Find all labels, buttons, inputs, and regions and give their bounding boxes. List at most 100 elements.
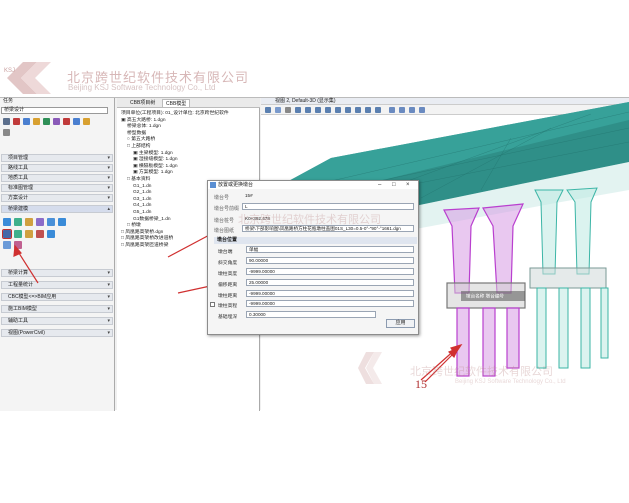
task-panel: 任务 桥梁设计 项目管理 ▾ 路线工具 ▾ 地质工具 ▾ 标准图管理 ▾ 方案设计 ▾ 桥… bbox=[0, 98, 115, 411]
column-elevation-checkbox[interactable] bbox=[210, 302, 215, 307]
section-bridge-calculation[interactable]: 桥梁计算 ▾ bbox=[1, 269, 113, 277]
place-diaphragm-icon[interactable] bbox=[36, 218, 44, 226]
tree-item[interactable]: ▣ 方案模型: 1.dgn bbox=[133, 170, 173, 176]
chevron-down-icon: ▾ bbox=[107, 185, 110, 191]
mirror-icon[interactable] bbox=[83, 118, 90, 125]
section-bridge-modeling[interactable]: 桥梁建模 ▴ bbox=[1, 205, 113, 213]
section-label: 路线工具 bbox=[8, 165, 29, 171]
section-label: 桥梁计算 bbox=[8, 270, 29, 276]
delete-icon[interactable] bbox=[13, 118, 20, 125]
place-foundation-icon[interactable] bbox=[47, 230, 55, 238]
section-label: 项目管理 bbox=[8, 155, 29, 161]
tree-item[interactable]: ○ 第五大路桥 bbox=[127, 137, 155, 143]
measure-icon[interactable] bbox=[73, 118, 80, 125]
chevron-down-icon: ▾ bbox=[107, 318, 110, 324]
chevron-down-icon: ▾ bbox=[107, 270, 110, 276]
tree-item[interactable]: ▣ 湿接缝模型: 1.dgn bbox=[133, 157, 178, 163]
section-auxiliary-tools[interactable]: 辅助工具 ▾ bbox=[1, 317, 113, 325]
section-cbc-bim[interactable]: CBC模型<=>BIM应用 ▾ bbox=[1, 293, 113, 301]
tree-item[interactable]: ▣ 主梁模型: 1.dgn bbox=[133, 151, 173, 157]
replace-pier-icon[interactable] bbox=[14, 241, 22, 249]
place-pier-dialog: 放置或更换墩台 – □ × 墩台号 15# 墩台号前缀 L 墩台桩号 K0+39… bbox=[207, 180, 419, 335]
tree-item[interactable]: □ 凤凰路高架桥改进道桥 bbox=[121, 236, 173, 242]
tree-item[interactable]: ▣ 横隔板模型: 1.dgn bbox=[133, 164, 178, 170]
pier-number-label: 墩台号 bbox=[214, 195, 230, 201]
section-scheme-design[interactable]: 方案设计 ▾ bbox=[1, 194, 113, 202]
section-geology-tools[interactable]: 地质工具 ▾ bbox=[1, 174, 113, 182]
task-toolbar bbox=[2, 116, 110, 144]
tree-item[interactable]: 桥型数据 bbox=[127, 131, 146, 137]
section-view-powercivil[interactable]: 视图(PowerCivil) ▾ bbox=[1, 329, 113, 337]
copy-icon[interactable] bbox=[23, 118, 30, 125]
column-distance-input[interactable]: -9999.00000 bbox=[246, 290, 414, 297]
tree-item[interactable]: G1_1.dn bbox=[133, 184, 151, 190]
watermark-cn: 北京跨世纪软件技术有限公司 bbox=[238, 213, 381, 226]
pier-station-label: 墩台桩号 bbox=[214, 218, 235, 224]
edit-pier-icon[interactable] bbox=[3, 241, 11, 249]
rotate-icon[interactable] bbox=[43, 118, 50, 125]
section-label: 工程量统计 bbox=[8, 282, 34, 288]
column-height-input[interactable]: -9999.00000 bbox=[246, 268, 414, 275]
chevron-down-icon: ▾ bbox=[107, 195, 110, 201]
tree-item[interactable]: □ 上部结构 bbox=[127, 144, 150, 150]
pier-prefix-input[interactable]: L bbox=[242, 203, 414, 210]
tab-project-tree[interactable]: CBB项目树 bbox=[127, 99, 158, 107]
apply-button[interactable]: 应用 bbox=[386, 319, 415, 328]
pier-label-tag: 墩台名称 墩台编号 bbox=[466, 293, 504, 300]
tab-model[interactable]: CBB模型 bbox=[162, 99, 191, 107]
foundation-depth-label: 基础埋深 bbox=[218, 315, 238, 320]
skew-angle-input[interactable]: 90.00000 bbox=[246, 257, 414, 264]
section-route-tools[interactable]: 路线工具 ▾ bbox=[1, 164, 113, 172]
tree-item[interactable]: □ 凤凰路高架匝道桥梁 bbox=[121, 243, 168, 249]
tree-item[interactable]: □ 凤凰路高架桥.dgn bbox=[121, 230, 163, 236]
tree-item[interactable]: 项目单位(工程项目): 01_设计单位: 北京跨世纪软件 bbox=[121, 111, 229, 117]
tree-item[interactable]: □ 基本资料 bbox=[127, 177, 150, 183]
section-quantity[interactable]: 工程量统计 ▾ bbox=[1, 281, 113, 289]
logo-letters: KSJ bbox=[4, 68, 15, 74]
tree-item[interactable]: G5_1.dn bbox=[133, 210, 151, 216]
pier-position-header[interactable]: 墩台位置 bbox=[214, 237, 417, 244]
tree-item[interactable]: 桥梁总体: 1.dgn bbox=[127, 124, 161, 130]
place-cap-icon[interactable] bbox=[36, 230, 44, 238]
place-bearing-icon[interactable] bbox=[25, 218, 33, 226]
tree-item[interactable]: G3_1.dn bbox=[133, 197, 151, 203]
cut-icon[interactable] bbox=[63, 118, 70, 125]
settings-icon[interactable] bbox=[3, 129, 10, 136]
scale-icon[interactable] bbox=[53, 118, 60, 125]
maximize-icon[interactable]: □ bbox=[392, 181, 396, 189]
place-pier-icon[interactable] bbox=[2, 229, 12, 239]
section-construction-bim[interactable]: 施工BIM模型 ▾ bbox=[1, 305, 113, 313]
tree-item[interactable]: G2_1.dn bbox=[133, 190, 151, 196]
dialog-titlebar: 放置或更换墩台 – □ × bbox=[208, 181, 418, 189]
tree-item[interactable]: G1数据桥梁_1.dn bbox=[133, 217, 171, 223]
section-project-management[interactable]: 项目管理 ▾ bbox=[1, 154, 113, 162]
select-icon[interactable] bbox=[3, 118, 10, 125]
section-label: 视图(PowerCivil) bbox=[8, 330, 45, 336]
pier-side-select[interactable]: 单幅 bbox=[246, 246, 414, 253]
chevron-down-icon: ▾ bbox=[107, 155, 110, 161]
place-pile-icon[interactable] bbox=[25, 230, 33, 238]
chevron-down-icon: ▾ bbox=[107, 330, 110, 336]
close-icon[interactable]: × bbox=[406, 181, 410, 189]
column-height-label: 墩柱高度 bbox=[218, 272, 238, 277]
column-elevation-input[interactable]: -9999.00000 bbox=[246, 300, 414, 307]
minimize-icon[interactable]: – bbox=[378, 181, 381, 189]
task-panel-title: 任务 bbox=[3, 98, 14, 104]
section-standard-drawings[interactable]: 标准图管理 ▾ bbox=[1, 184, 113, 192]
place-joint-icon[interactable] bbox=[58, 218, 66, 226]
chevron-down-icon: ▾ bbox=[107, 306, 110, 312]
chevron-down-icon: ▾ bbox=[107, 294, 110, 300]
task-selector[interactable]: 桥梁设计 bbox=[1, 107, 108, 114]
move-icon[interactable] bbox=[33, 118, 40, 125]
offset-distance-input[interactable]: 25.00000 bbox=[246, 279, 414, 286]
foundation-depth-input[interactable]: 0.30000 bbox=[246, 311, 376, 318]
place-girder-icon[interactable] bbox=[3, 218, 11, 226]
tree-item[interactable]: G4_1.dn bbox=[133, 203, 151, 209]
place-abutment-icon[interactable] bbox=[14, 230, 22, 238]
tree-item[interactable]: ▣ 高五大路桥: 1.dgn bbox=[121, 118, 166, 124]
place-deck-icon[interactable] bbox=[14, 218, 22, 226]
skew-angle-label: 斜交角度 bbox=[218, 261, 238, 266]
tree-item[interactable]: □ 桥墩 bbox=[127, 223, 141, 229]
watermark-logo-icon bbox=[358, 352, 382, 384]
place-barrier-icon[interactable] bbox=[47, 218, 55, 226]
